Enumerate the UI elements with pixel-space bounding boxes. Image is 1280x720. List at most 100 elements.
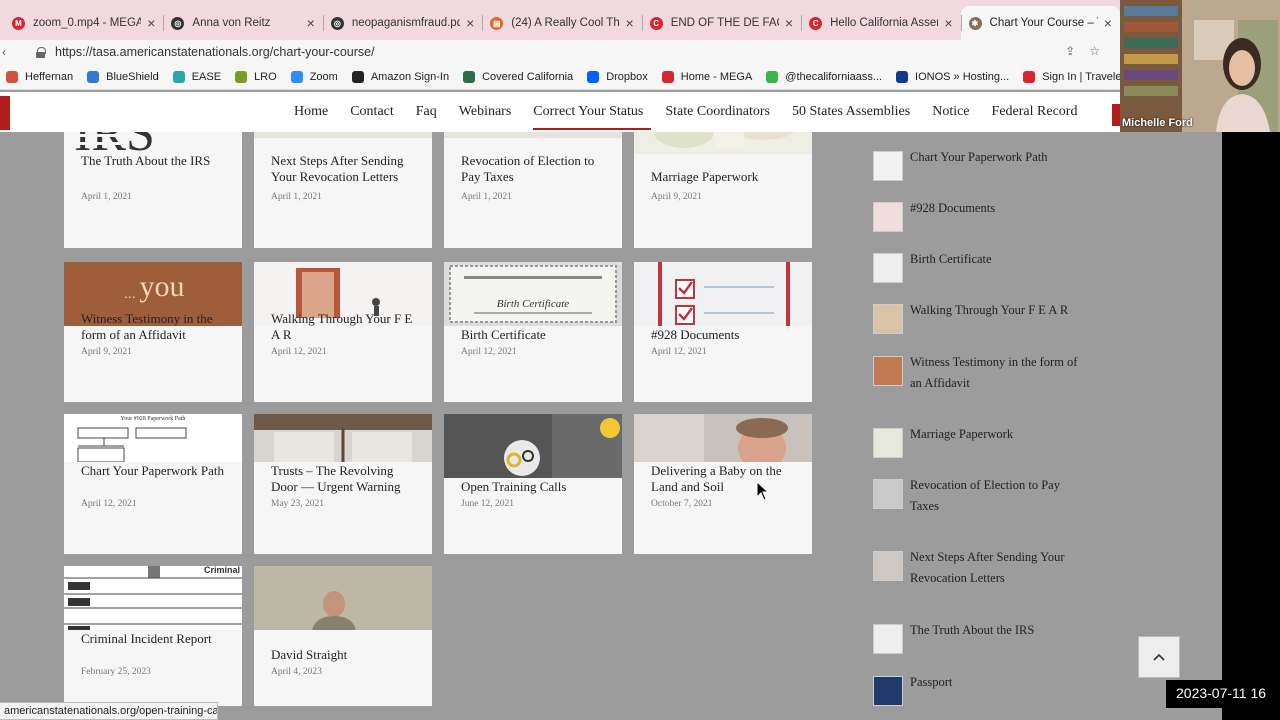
bookmark-item[interactable]: BlueShield	[87, 70, 159, 83]
lightbulb-image[interactable]	[444, 414, 622, 478]
sidebar-recent-post[interactable]: Chart Your Paperwork Path	[873, 150, 1085, 181]
sidebar-recent-post[interactable]: The Truth About the IRS	[873, 623, 1085, 654]
post-title[interactable]: Witness Testimony in the form of an Affi…	[81, 311, 231, 343]
browser-tab[interactable]: Mzoom_0.mp4 - MEGA ×	[4, 6, 163, 40]
post-title[interactable]: Open Training Calls	[461, 479, 611, 495]
post-card[interactable]: David Straight April 4, 2023	[254, 566, 432, 706]
sidebar-item-label[interactable]: #928 Documents	[910, 198, 1085, 219]
share-icon[interactable]: ⇪	[1065, 44, 1089, 58]
post-card[interactable]: Walking Through Your F E A R April 12, 20…	[254, 262, 432, 402]
post-card[interactable]: Birth Certificate Birth Certificate April …	[444, 262, 622, 402]
site-logo[interactable]	[0, 96, 10, 130]
tab-close-icon[interactable]: ×	[785, 15, 793, 31]
sidebar-item-label[interactable]: Revocation of Election to Pay Taxes	[910, 475, 1085, 517]
irs-logo-image[interactable]: IRS	[64, 132, 242, 154]
sidebar-item-label[interactable]: Chart Your Paperwork Path	[910, 147, 1085, 168]
post-title[interactable]: Trusts – The Revolving Door — Urgent War…	[271, 463, 421, 495]
bookmark-item[interactable]: EASE	[172, 70, 221, 83]
browser-tab[interactable]: ◎ neopaganismfraud.pdf ×	[322, 6, 482, 40]
sidebar-item-label[interactable]: Walking Through Your F E A R	[910, 300, 1085, 321]
bookmark-item[interactable]: Amazon Sign-In	[351, 70, 449, 83]
tab-close-icon[interactable]: ×	[1104, 15, 1112, 31]
nav-link-notice[interactable]: Notice	[932, 104, 969, 120]
form-image[interactable]: Criminal	[64, 566, 242, 630]
sidebar-recent-post[interactable]: Witness Testimony in the form of an Affi…	[873, 355, 1085, 394]
sidebar-recent-post[interactable]: #928 Documents	[873, 201, 1085, 232]
browser-tab[interactable]: C Hello California Assem ×	[801, 6, 960, 40]
sidebar-recent-post[interactable]: Passport	[873, 675, 1085, 706]
nav-link-state-coordinators[interactable]: State Coordinators	[665, 104, 770, 120]
bookmark-item[interactable]: IONOS » Hosting...	[896, 70, 1009, 83]
bookmark-star-icon[interactable]: ☆	[1089, 44, 1114, 58]
scroll-to-top-button[interactable]	[1138, 636, 1180, 678]
sidebar-item-label[interactable]: Marriage Paperwork	[910, 424, 1085, 445]
bookmark-item[interactable]: LRO	[235, 70, 277, 83]
post-title[interactable]: David Straight	[271, 647, 421, 663]
post-card[interactable]: Marriage Paperwork April 9, 2021	[634, 132, 812, 248]
post-card[interactable]: Your #928 Paperwork Path Chart Your Paper…	[64, 414, 242, 554]
sidebar-item-label[interactable]: Next Steps After Sending Your Revocation…	[910, 547, 1085, 589]
post-title[interactable]: Walking Through Your F E A R	[271, 311, 421, 343]
hands-image[interactable]	[444, 132, 622, 138]
tab-close-icon[interactable]: ×	[466, 15, 474, 31]
sidebar-item-label[interactable]: Birth Certificate	[910, 249, 1085, 270]
post-title[interactable]: Chart Your Paperwork Path	[81, 463, 231, 479]
sidebar-item-label[interactable]: The Truth About the IRS	[910, 620, 1085, 641]
speaker-image[interactable]	[254, 566, 432, 630]
certificate-image[interactable]: Birth Certificate	[444, 262, 622, 326]
post-title[interactable]: Marriage Paperwork	[651, 169, 801, 185]
post-card[interactable]: Revocation of Election to Pay Taxes April…	[444, 132, 622, 248]
browser-tab[interactable]: ◎ Anna von Reitz ×	[163, 6, 322, 40]
sidebar-recent-post[interactable]: Next Steps After Sending Your Revocation…	[873, 550, 1085, 589]
bookmark-item[interactable]: Dropbox	[587, 70, 648, 83]
post-card[interactable]: #928 Documents April 12, 2021	[634, 262, 812, 402]
post-card[interactable]: IRSThe Truth About the IRS April 1, 2021	[64, 132, 242, 248]
post-title[interactable]: Birth Certificate	[461, 327, 611, 343]
post-title[interactable]: Delivering a Baby on the Land and Soil	[651, 463, 801, 495]
sidebar-item-label[interactable]: Witness Testimony in the form of an Affi…	[910, 352, 1085, 394]
nav-link-faq[interactable]: Faq	[416, 104, 437, 120]
bookmark-item[interactable]: Home - MEGA	[661, 70, 752, 83]
sidebar-recent-post[interactable]: Walking Through Your F E A R	[873, 303, 1085, 334]
bookmark-item[interactable]: @thecaliforniaass...	[766, 70, 882, 83]
checklist-image[interactable]	[634, 262, 812, 326]
post-title[interactable]: #928 Documents	[651, 327, 801, 343]
sidebar-item-label[interactable]: Passport	[910, 672, 1085, 693]
sidebar-recent-post[interactable]: Marriage Paperwork	[873, 427, 1085, 458]
hands-image[interactable]	[254, 132, 432, 138]
post-title[interactable]: The Truth About the IRS	[81, 153, 231, 169]
wedding-image[interactable]	[634, 132, 812, 154]
browser-tab[interactable]: C END OF THE DE FACTO ×	[641, 6, 801, 40]
sidebar-recent-post[interactable]: Revocation of Election to Pay Taxes	[873, 478, 1085, 517]
nav-link-webinars[interactable]: Webinars	[459, 104, 512, 120]
post-title[interactable]: Revocation of Election to Pay Taxes	[461, 153, 611, 185]
post-card[interactable]: Criminal Criminal Incident Report February…	[64, 566, 242, 706]
flowchart-image[interactable]: Your #928 Paperwork Path	[64, 414, 242, 462]
bookmark-item[interactable]: Sign In | Travelers...	[1023, 70, 1120, 83]
nav-link-correct-your-status[interactable]: Correct Your Status	[533, 104, 652, 130]
post-card[interactable]: Open Training Calls June 12, 2021	[444, 414, 622, 554]
post-card[interactable]: you... Witness Testimony in the form of a…	[64, 262, 242, 402]
bookmark-item[interactable]: Heffernan	[6, 70, 73, 83]
tab-close-icon[interactable]: ×	[147, 15, 155, 31]
nav-link-home[interactable]: Home	[294, 104, 328, 120]
tab-close-icon[interactable]: ×	[626, 15, 634, 31]
browser-tab[interactable]: ▤ (24) A Really Cool Thi ×	[482, 6, 641, 40]
tab-close-icon[interactable]: ×	[944, 15, 952, 31]
nav-link-federal-record[interactable]: Federal Record	[992, 104, 1078, 120]
bookmark-item[interactable]: Zoom	[290, 70, 338, 83]
post-card[interactable]: Delivering a Baby on the Land and Soil Oc…	[634, 414, 812, 554]
post-title[interactable]: Criminal Incident Report	[81, 631, 231, 647]
back-icon[interactable]: ‹	[2, 45, 12, 59]
sidebar-recent-post[interactable]: Birth Certificate	[873, 252, 1085, 283]
post-card[interactable]: Trusts – The Revolving Door — Urgent War…	[254, 414, 432, 554]
post-card[interactable]: Next Steps After Sending Your Revocation…	[254, 132, 432, 248]
revolving-door-image[interactable]	[254, 414, 432, 462]
nav-link-contact[interactable]: Contact	[350, 104, 394, 120]
post-title[interactable]: Next Steps After Sending Your Revocation…	[271, 153, 421, 185]
baby-image[interactable]	[634, 414, 812, 462]
address-bar[interactable]: https://tasa.americanstatenationals.org/…	[30, 41, 1090, 63]
tab-close-icon[interactable]: ×	[307, 15, 315, 31]
bookmark-item[interactable]: Covered California	[463, 70, 573, 83]
nav-link-50-states-assemblies[interactable]: 50 States Assemblies	[792, 104, 910, 120]
